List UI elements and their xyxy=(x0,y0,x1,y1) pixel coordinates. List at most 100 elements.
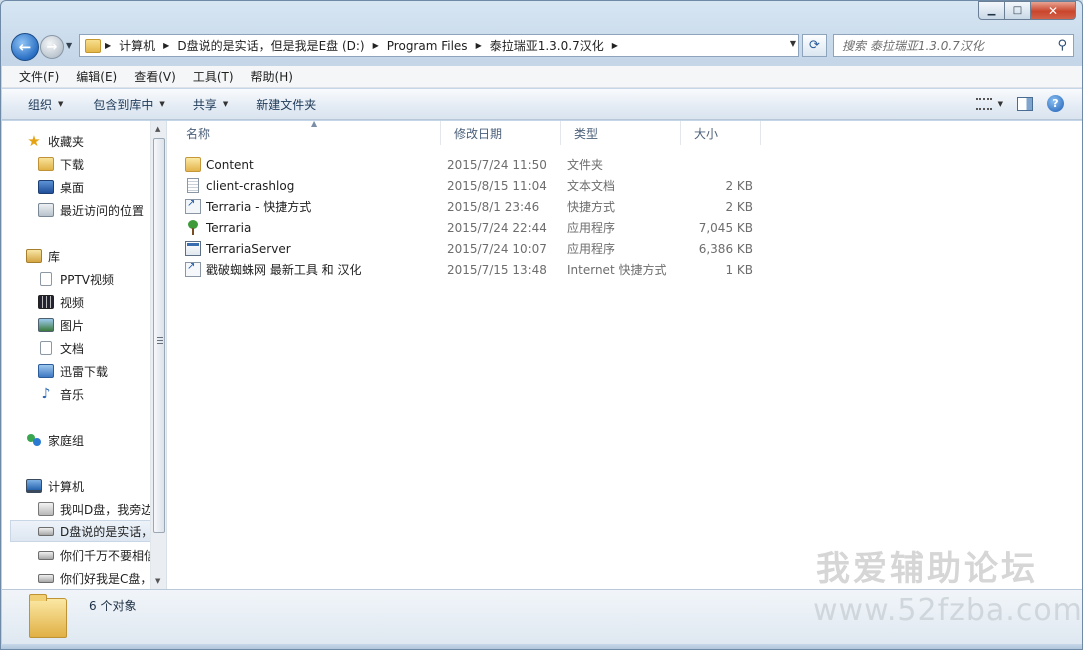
scroll-down-arrow-icon[interactable]: ▼ xyxy=(155,577,160,585)
file-type: Internet 快捷方式 xyxy=(567,263,667,277)
sidebar-item-drive-2[interactable]: D盘说的是实话， xyxy=(10,520,154,542)
file-row[interactable]: TerrariaServer 2015/7/24 10:07 应用程序 6,38… xyxy=(185,238,765,259)
sidebar-item-downloads[interactable]: 下载 xyxy=(38,153,166,175)
sidebar-item-label: D盘说的是实话， xyxy=(60,524,154,539)
downloads-folder-icon xyxy=(38,157,54,171)
sidebar-item-favorites[interactable]: ★ 收藏夹 xyxy=(26,130,166,152)
text-file-icon xyxy=(187,178,199,193)
sidebar-item-label: 你们好我是C盘， xyxy=(60,571,153,586)
window-bottom-border xyxy=(1,644,1082,649)
menu-view[interactable]: 查看(V) xyxy=(125,68,184,85)
file-name: Terraria xyxy=(206,220,252,235)
sidebar-item-label: 下载 xyxy=(60,157,85,172)
help-icon[interactable]: ? xyxy=(1047,95,1064,112)
column-header-modified[interactable]: 修改日期 xyxy=(441,121,561,145)
film-icon xyxy=(38,295,54,309)
internet-shortcut-icon xyxy=(185,261,201,277)
sidebar-item-label: 桌面 xyxy=(60,180,85,195)
sidebar-item-label: 我叫D盘，我旁边 xyxy=(60,502,154,517)
organize-button[interactable]: 组织 ▼ xyxy=(18,96,73,113)
window-controls: ▁ □ ✕ xyxy=(978,1,1076,20)
file-size: 1 KB xyxy=(725,262,753,277)
preview-pane-icon[interactable] xyxy=(1017,96,1033,111)
sidebar-item-xunlei-downloads[interactable]: 迅雷下载 xyxy=(38,360,166,382)
scroll-up-arrow-icon[interactable]: ▲ xyxy=(155,125,160,133)
chevron-right-icon[interactable]: ▶ xyxy=(472,41,486,50)
close-button[interactable]: ✕ xyxy=(1031,1,1076,20)
sidebar-item-label: 家庭组 xyxy=(48,433,85,448)
file-name-cell: Content xyxy=(185,154,254,175)
chevron-right-icon[interactable]: ▶ xyxy=(159,41,173,50)
maximize-button[interactable]: □ xyxy=(1005,1,1031,20)
search-input[interactable] xyxy=(842,35,1052,56)
minimize-button[interactable]: ▁ xyxy=(978,1,1005,20)
sidebar-item-computer[interactable]: 计算机 xyxy=(26,475,166,497)
navigation-pane-scrollbar[interactable]: ▲ ▼ xyxy=(150,121,166,589)
file-name-cell: 戳破蜘蛛网 最新工具 和 汉化 xyxy=(185,259,361,280)
column-header-name[interactable]: 名称 ▲ xyxy=(173,121,441,145)
sidebar-item-videos[interactable]: 视频 xyxy=(38,291,166,313)
breadcrumb-computer[interactable]: 计算机 xyxy=(115,37,159,54)
terraria-tree-icon xyxy=(185,220,201,235)
view-options-caret-icon[interactable]: ▼ xyxy=(998,100,1003,108)
navigation-bar: ← → ▼ ▶ 计算机 ▶ D盘说的是实话，但是我是E盘 (D:) ▶ Prog… xyxy=(1,29,1082,65)
sidebar-item-recent-places[interactable]: 最近访问的位置 xyxy=(38,199,166,221)
file-row[interactable]: client-crashlog 2015/8/15 11:04 文本文档 2 K… xyxy=(185,175,765,196)
scrollbar-thumb[interactable] xyxy=(153,138,165,533)
search-box[interactable]: ⚲ xyxy=(833,34,1074,57)
sidebar-item-documents[interactable]: 文档 xyxy=(38,337,166,359)
recent-pages-dropdown-icon[interactable]: ▼ xyxy=(66,41,72,50)
sidebar-item-drive-3[interactable]: 你们千万不要相信 xyxy=(38,544,166,566)
sidebar-item-libraries[interactable]: 库 xyxy=(26,245,166,267)
column-header-size[interactable]: 大小 xyxy=(681,121,761,145)
music-note-icon: ♪ xyxy=(41,386,51,402)
recent-places-icon xyxy=(38,203,54,217)
menu-tools[interactable]: 工具(T) xyxy=(184,68,242,85)
chevron-right-icon[interactable]: ▶ xyxy=(101,41,115,50)
chevron-right-icon[interactable]: ▶ xyxy=(369,41,383,50)
breadcrumb-drive-d[interactable]: D盘说的是实话，但是我是E盘 (D:) xyxy=(173,37,368,54)
sidebar-item-pictures[interactable]: 图片 xyxy=(38,314,166,336)
file-size: 6,386 KB xyxy=(698,241,753,256)
file-list-pane: 名称 ▲ 修改日期 类型 大小 Content 2015/7/24 11:50 … xyxy=(167,121,1082,589)
menu-file[interactable]: 文件(F) xyxy=(10,68,67,85)
address-history-dropdown-icon[interactable]: ▼ xyxy=(790,39,796,48)
address-bar[interactable]: ▶ 计算机 ▶ D盘说的是实话，但是我是E盘 (D:) ▶ Program Fi… xyxy=(79,34,799,57)
watermark-url: www.52fzba.com xyxy=(813,593,1083,628)
include-in-library-button[interactable]: 包含到库中 ▼ xyxy=(83,96,174,113)
share-button[interactable]: 共享 ▼ xyxy=(183,96,238,113)
column-header-type[interactable]: 类型 xyxy=(561,121,681,145)
file-name-cell: Terraria xyxy=(185,217,251,238)
sidebar-item-label: PPTV视频 xyxy=(60,272,115,287)
breadcrumb-current-folder[interactable]: 泰拉瑞亚1.3.0.7汉化 xyxy=(486,37,608,54)
document-icon xyxy=(40,341,52,355)
breadcrumb-program-files[interactable]: Program Files xyxy=(383,39,472,53)
sidebar-item-music[interactable]: ♪ 音乐 xyxy=(38,383,166,405)
file-name-cell: TerrariaServer xyxy=(185,238,291,259)
file-name-cell: Terraria - 快捷方式 xyxy=(185,196,311,217)
sidebar-item-desktop[interactable]: 桌面 xyxy=(38,176,166,198)
file-row[interactable]: 戳破蜘蛛网 最新工具 和 汉化 2015/7/15 13:48 Internet… xyxy=(185,259,765,280)
xunlei-download-icon xyxy=(38,364,54,378)
forward-button[interactable]: → xyxy=(40,35,64,59)
refresh-button[interactable]: ⟳ xyxy=(802,34,827,57)
sidebar-item-drive-4[interactable]: 你们好我是C盘， xyxy=(38,567,166,589)
sidebar-item-drive-1[interactable]: 我叫D盘，我旁边 xyxy=(38,498,166,520)
chevron-right-icon[interactable]: ▶ xyxy=(608,41,622,50)
back-button[interactable]: ← xyxy=(11,33,39,61)
menu-edit[interactable]: 编辑(E) xyxy=(67,68,125,85)
item-count: 6 个对象 xyxy=(89,599,137,613)
file-row[interactable]: Content 2015/7/24 11:50 文件夹 xyxy=(185,154,765,175)
change-view-icon[interactable] xyxy=(975,97,992,110)
file-row[interactable]: Terraria 2015/7/24 22:44 应用程序 7,045 KB xyxy=(185,217,765,238)
sidebar-item-homegroup[interactable]: 家庭组 xyxy=(26,429,166,451)
column-label: 名称 xyxy=(186,126,211,141)
file-type: 快捷方式 xyxy=(567,200,616,214)
new-folder-button[interactable]: 新建文件夹 xyxy=(246,96,326,113)
menu-help[interactable]: 帮助(H) xyxy=(242,68,301,85)
file-row[interactable]: Terraria - 快捷方式 2015/8/1 23:46 快捷方式 2 KB xyxy=(185,196,765,217)
search-icon[interactable]: ⚲ xyxy=(1057,38,1067,53)
sidebar-item-pptv-videos[interactable]: PPTV视频 xyxy=(38,268,166,290)
shortcut-icon xyxy=(185,198,201,214)
sidebar-item-label: 文档 xyxy=(60,341,85,356)
